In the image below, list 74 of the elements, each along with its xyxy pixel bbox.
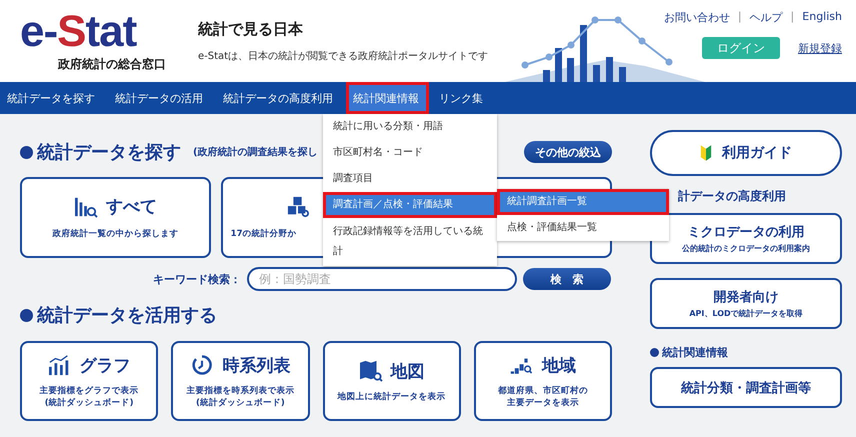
header-link[interactable]: ヘルプ	[750, 10, 783, 25]
menu-item[interactable]: 調査計画／点検・評価結果	[323, 192, 497, 218]
card-description: 都道府県、市区町村の 主要データを表示	[498, 384, 588, 408]
chart-bar	[606, 57, 613, 82]
nav-tab[interactable]: リンク集	[432, 82, 493, 114]
bar-chart-search-icon	[74, 196, 98, 218]
card-description: 主要指標をグラフで表示 (統計ダッシュボード)	[40, 384, 139, 408]
search-card[interactable]: すべて 政府統計一覧の中から探します	[20, 177, 211, 258]
map-search-icon	[358, 360, 383, 382]
card-title: 開発者向け	[714, 289, 778, 306]
card-description: API、LODで統計データを取得	[689, 308, 803, 319]
bullet-dot	[20, 308, 33, 322]
side-heading: 統計関連情報	[662, 345, 728, 360]
chart-point	[522, 62, 528, 68]
guide-button[interactable]: 利用ガイド	[650, 130, 842, 176]
bullet-dot	[20, 146, 33, 158]
section-note: (政府統計の調査結果を探し	[193, 145, 318, 159]
side-card[interactable]: ミクロデータの利用 公的統計のミクロデータの利用案内	[650, 213, 842, 264]
cubes-icon	[286, 196, 310, 218]
nav-tab[interactable]: 統計データの高度利用	[216, 82, 343, 114]
header-link[interactable]: お問い合わせ	[664, 10, 730, 25]
side-heading: 計データの高度利用	[677, 188, 787, 205]
keyword-input[interactable]: 例：国勢調査	[247, 267, 517, 291]
card-title: グラフ	[80, 354, 131, 376]
chart-point	[546, 54, 552, 60]
card-description: 政府統計一覧の中から探します	[52, 228, 178, 240]
menu-item[interactable]: 統計に用いる分類・用語	[323, 114, 497, 140]
chart-bar	[555, 48, 562, 82]
card-title: 地域	[542, 354, 576, 376]
site-subtitle: e-Statは、日本の統計が閲覧できる政府統計ポータルサイトです	[198, 50, 488, 63]
site-title: 統計で見る日本	[198, 20, 304, 39]
chart-point	[592, 16, 598, 24]
side-card[interactable]: 開発者向け API、LODで統計データを取得	[650, 278, 842, 329]
card-title: 時系列表	[222, 354, 290, 376]
chart-bar	[580, 25, 587, 82]
card-title: 地図	[390, 360, 425, 382]
feature-card[interactable]: 地図 地図上に統計データを表示	[322, 341, 461, 421]
clock-icon	[190, 354, 214, 376]
chart-point	[568, 42, 574, 48]
card-title: ミクロデータの利用	[688, 224, 804, 241]
header-link[interactable]: English	[802, 10, 842, 25]
feature-card[interactable]: 地域 都道府県、市区町村の 主要データを表示	[474, 341, 612, 421]
card-description: 公的統計のミクロデータの利用案内	[682, 243, 810, 254]
card-description: 主要指標を時系列表で表示 (統計ダッシュボード)	[186, 384, 294, 408]
chart-bar	[543, 70, 550, 82]
nav-tab[interactable]: 統計データの活用	[108, 82, 213, 114]
nav-tab[interactable]: 統計関連情報	[346, 82, 429, 114]
chart-point	[638, 38, 646, 44]
bullet-dot	[650, 348, 659, 357]
section-heading: 統計データを探す	[37, 141, 181, 164]
link-separator: |	[790, 10, 794, 25]
nav-tab[interactable]: 統計データを探す	[0, 82, 105, 114]
chart-bar	[593, 65, 600, 82]
section-heading: 統計データを活用する	[37, 304, 217, 327]
menu-item[interactable]: 統計調査計画一覧	[497, 189, 669, 215]
chart-point	[666, 58, 672, 66]
card-title: すべて	[106, 196, 157, 218]
chart-point	[614, 16, 622, 24]
search-button[interactable]: 検 索	[523, 268, 611, 290]
logo[interactable]: e-Stat	[20, 12, 190, 52]
chart-bar	[567, 58, 574, 82]
card-description: 17の統計分野か	[230, 228, 296, 240]
related-button[interactable]: 統計分類・調査計画等	[650, 367, 842, 408]
chart-bar	[619, 67, 626, 82]
feature-card[interactable]: グラフ 主要指標をグラフで表示 (統計ダッシュボード)	[20, 341, 158, 421]
register-link[interactable]: 新規登録	[798, 40, 842, 56]
filter-button[interactable]: その他の絞込	[524, 141, 612, 163]
feature-card[interactable]: 時系列表 主要指標を時系列表で表示 (統計ダッシュボード)	[171, 341, 310, 421]
menu-item[interactable]: 市区町村名・コード	[323, 140, 497, 166]
card-description: 地図上に統計データを表示	[338, 390, 446, 402]
link-separator: |	[738, 10, 742, 25]
beginner-mark-icon	[700, 144, 712, 162]
keyword-label: キーワード検索：	[152, 272, 241, 286]
logo-tagline: 政府統計の総合窓口	[58, 56, 167, 73]
